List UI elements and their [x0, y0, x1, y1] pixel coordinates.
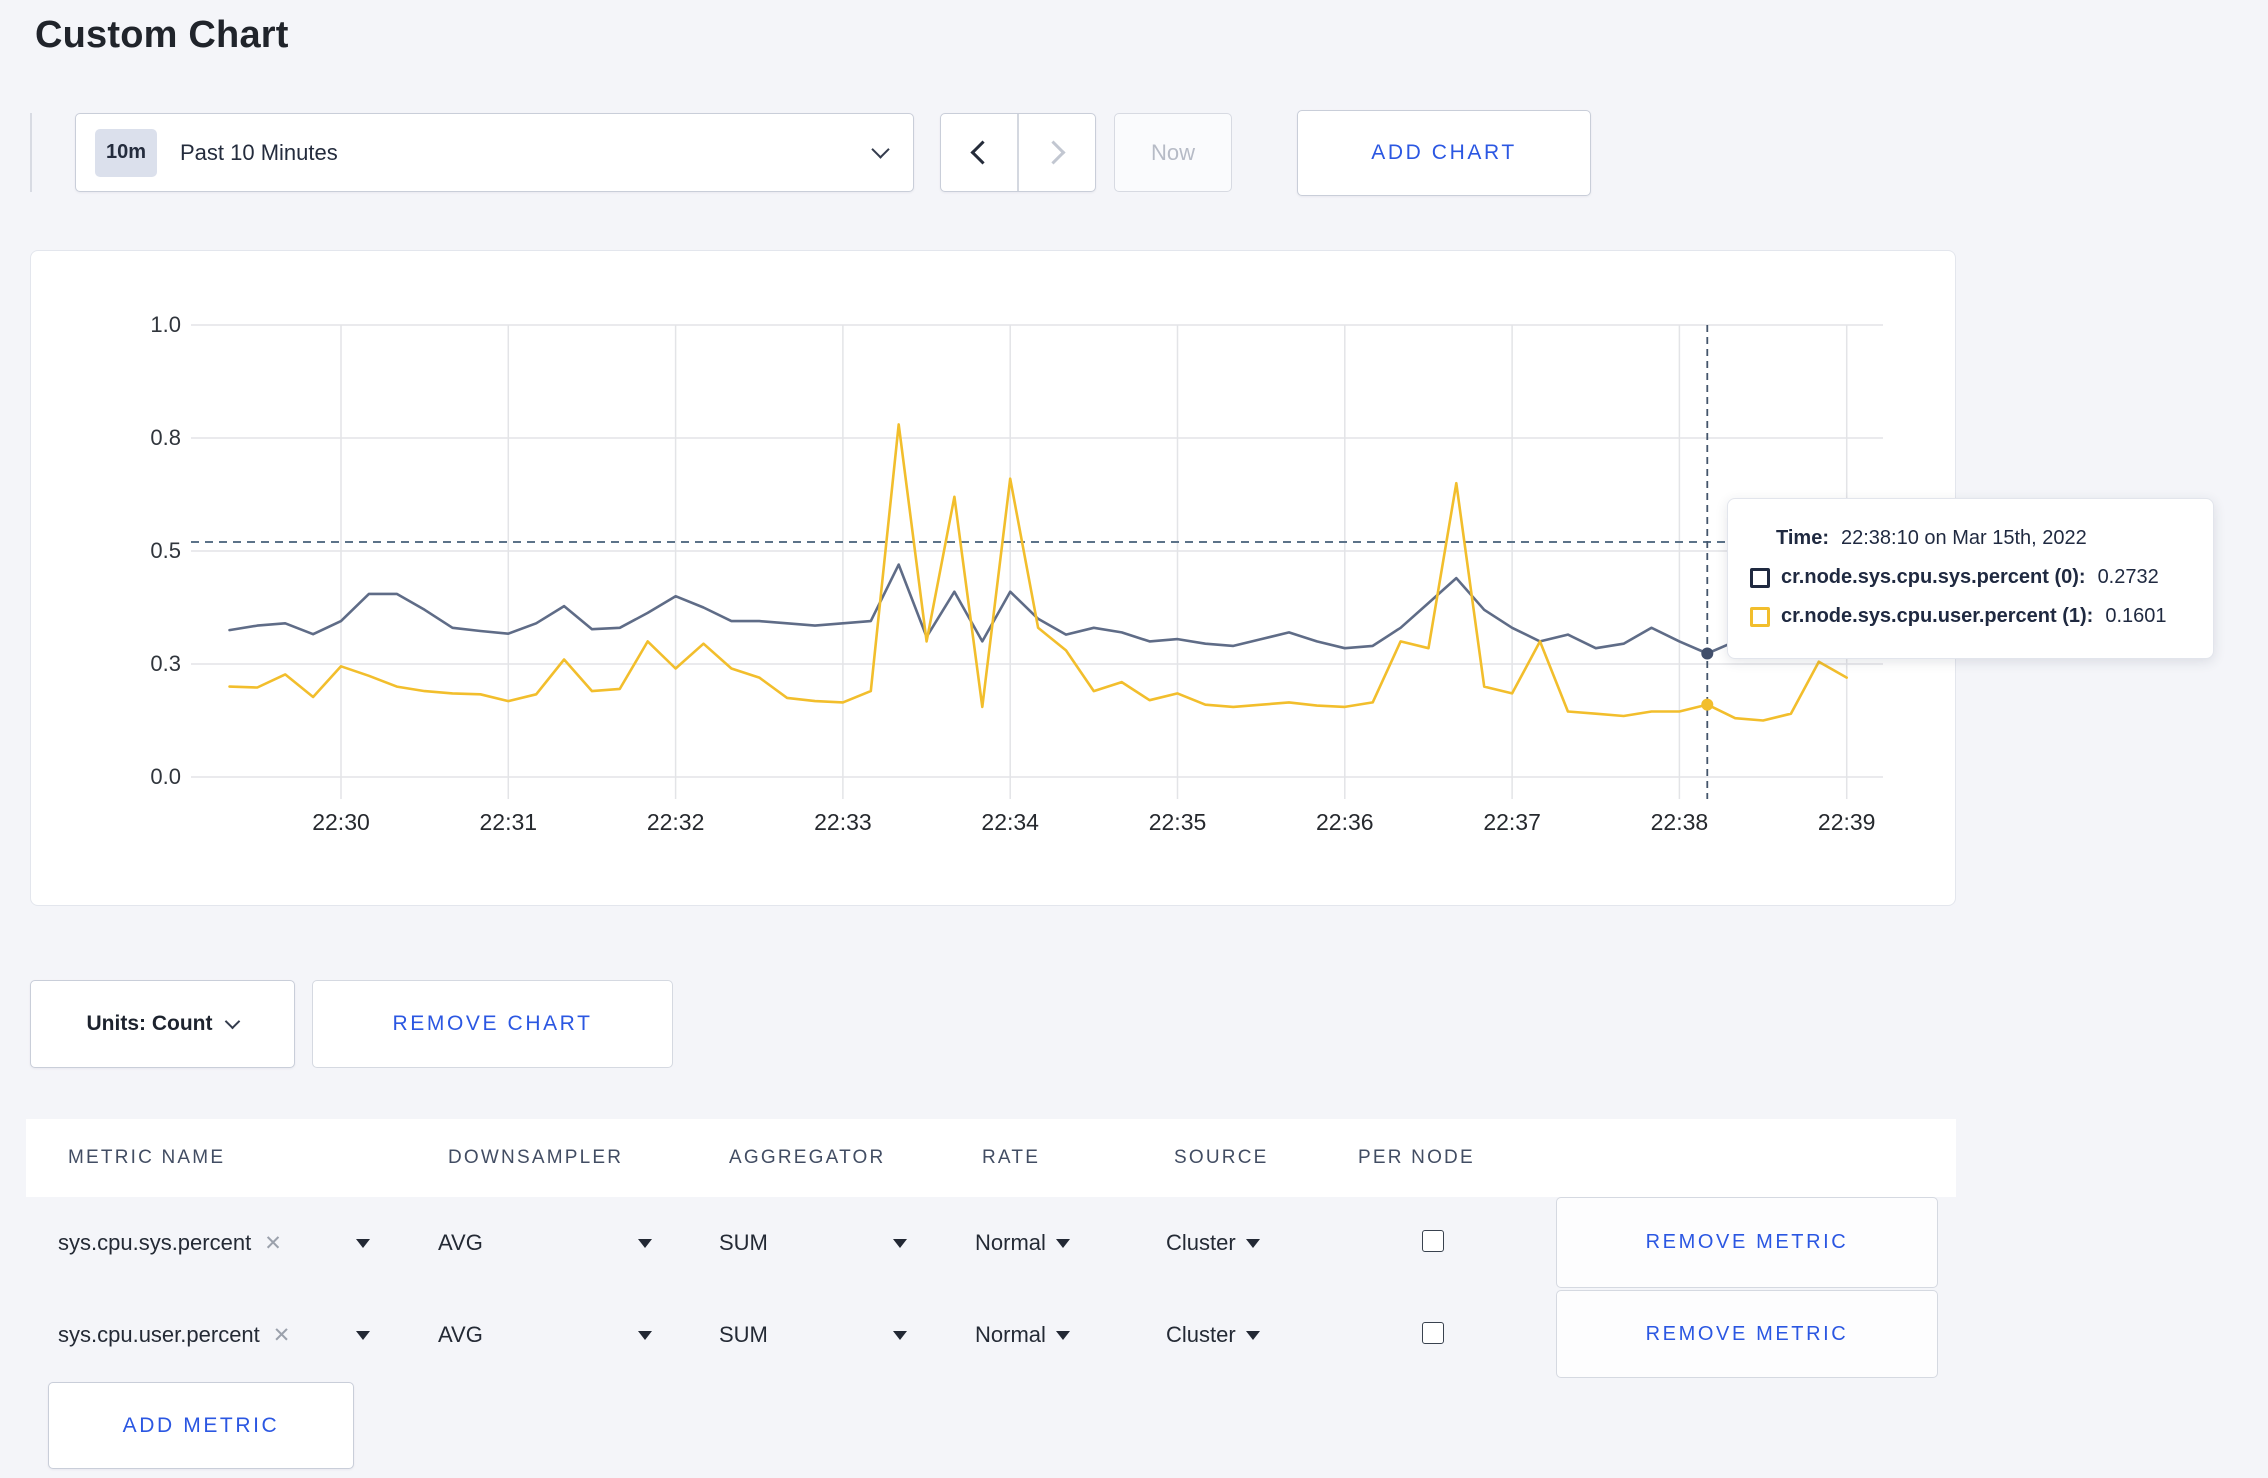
page-title: Custom Chart: [35, 14, 289, 56]
add-metric-button[interactable]: ADD METRIC: [48, 1382, 354, 1469]
series-line-0: [228, 563, 1848, 655]
downsampler-value: AVG: [438, 1230, 483, 1255]
caret-down-icon: [1055, 1330, 1070, 1340]
caret-down-icon: [1245, 1330, 1260, 1340]
caret-down-icon: [356, 1330, 370, 1340]
metric-name: sys.cpu.sys.percent: [58, 1230, 252, 1255]
source-value: Cluster: [1166, 1230, 1236, 1255]
x-axis-tick: 22:33: [814, 809, 872, 835]
downsampler-dropdown[interactable]: AVG: [438, 1289, 652, 1381]
caret-down-icon: [893, 1238, 907, 1248]
per-node-checkbox[interactable]: [1422, 1230, 1444, 1252]
clear-metric-icon[interactable]: ✕: [264, 1231, 282, 1256]
tooltip-series-value: 0.2732: [2097, 566, 2159, 588]
x-axis-tick: 22:32: [646, 809, 705, 835]
time-range-label: Past 10 Minutes: [180, 139, 338, 165]
source-value: Cluster: [1166, 1322, 1236, 1347]
crosshair-dot-1: [1701, 698, 1714, 711]
col-header-metric-name: METRIC NAME: [68, 1147, 226, 1168]
series-swatch-user-icon: [1750, 606, 1770, 627]
rate-dropdown[interactable]: Normal: [975, 1197, 1070, 1289]
x-axis-tick: 22:39: [1817, 809, 1876, 835]
source-dropdown[interactable]: Cluster: [1166, 1197, 1260, 1289]
col-header-rate: RATE: [982, 1147, 1041, 1168]
series-swatch-sys-icon: [1750, 567, 1770, 588]
y-axis-tick: 1.0: [150, 312, 181, 337]
tooltip-series-row: cr.node.sys.cpu.user.percent (1): 0.1601: [1750, 605, 2187, 628]
col-header-downsampler: DOWNSAMPLER: [448, 1147, 624, 1168]
time-range-selector[interactable]: 10m Past 10 Minutes: [75, 113, 914, 192]
y-axis-tick: 0.3: [150, 651, 181, 676]
metric-name-dropdown[interactable]: sys.cpu.user.percent ✕: [58, 1289, 370, 1381]
x-axis-tick: 22:36: [1316, 809, 1374, 835]
downsampler-value: AVG: [438, 1322, 483, 1347]
tooltip-time-label: Time:: [1776, 527, 1829, 549]
y-axis-tick: 0.8: [150, 425, 181, 450]
tooltip-series-value: 0.1601: [2105, 605, 2167, 627]
add-chart-button[interactable]: ADD CHART: [1297, 110, 1591, 196]
units-dropdown[interactable]: Units: Count: [30, 980, 295, 1068]
remove-metric-button[interactable]: REMOVE METRIC: [1556, 1290, 1938, 1378]
y-axis-tick: 0.5: [150, 538, 181, 563]
rate-value: Normal: [975, 1322, 1046, 1347]
chevron-down-icon: [225, 1013, 241, 1029]
chevron-left-icon: [970, 140, 995, 165]
custom-chart-page: Custom Chart 10m Past 10 Minutes Now ADD…: [0, 0, 2268, 1478]
col-header-source: SOURCE: [1174, 1147, 1269, 1168]
tooltip-series-row: cr.node.sys.cpu.sys.percent (0): 0.2732: [1750, 566, 2187, 589]
downsampler-dropdown[interactable]: AVG: [438, 1197, 652, 1289]
tooltip-series-name: cr.node.sys.cpu.user.percent (1):: [1781, 605, 2094, 627]
next-time-button[interactable]: [1019, 114, 1095, 191]
tooltip-time-row: Time: 22:38:10 on Mar 15th, 2022: [1776, 527, 2187, 550]
rate-value: Normal: [975, 1230, 1046, 1255]
rate-dropdown[interactable]: Normal: [975, 1289, 1070, 1381]
tooltip-time-value: 22:38:10 on Mar 15th, 2022: [1840, 527, 2087, 549]
x-axis-tick: 22:30: [312, 809, 370, 835]
x-axis-tick: 22:35: [1148, 809, 1207, 835]
x-axis-tick: 22:31: [479, 809, 538, 835]
chart-tooltip: Time: 22:38:10 on Mar 15th, 2022 cr.node.…: [1727, 498, 2214, 659]
clear-metric-icon[interactable]: ✕: [273, 1323, 291, 1348]
x-axis-tick: 22:34: [981, 809, 1039, 835]
col-header-aggregator: AGGREGATOR: [729, 1147, 886, 1168]
caret-down-icon: [638, 1238, 652, 1248]
source-dropdown[interactable]: Cluster: [1166, 1289, 1260, 1381]
col-header-per-node: PER NODE: [1358, 1147, 1475, 1168]
units-label: Units: Count: [86, 1012, 213, 1035]
caret-down-icon: [1245, 1238, 1260, 1248]
now-button[interactable]: Now: [1114, 113, 1232, 192]
series-line-1: [228, 423, 1848, 722]
y-axis-tick: 0.0: [150, 764, 181, 789]
chevron-down-icon: [871, 140, 890, 159]
remove-chart-button[interactable]: REMOVE CHART: [312, 980, 673, 1068]
per-node-checkbox[interactable]: [1422, 1322, 1444, 1344]
x-axis-tick: 22:37: [1483, 809, 1541, 835]
toolbar-left-rule: [30, 113, 32, 192]
metric-name-dropdown[interactable]: sys.cpu.sys.percent ✕: [58, 1197, 370, 1289]
aggregator-value: SUM: [719, 1230, 768, 1255]
chevron-right-icon: [1041, 140, 1066, 165]
caret-down-icon: [638, 1330, 652, 1340]
aggregator-dropdown[interactable]: SUM: [719, 1289, 907, 1381]
caret-down-icon: [1055, 1238, 1070, 1248]
prev-time-button[interactable]: [941, 114, 1017, 191]
tooltip-series-name: cr.node.sys.cpu.sys.percent (0):: [1781, 566, 2086, 588]
crosshair-dot-0: [1701, 647, 1714, 660]
caret-down-icon: [356, 1238, 370, 1248]
aggregator-value: SUM: [719, 1322, 768, 1347]
caret-down-icon: [893, 1330, 907, 1340]
aggregator-dropdown[interactable]: SUM: [719, 1197, 907, 1289]
chart-card: 0.0 0.3 0.5 0.8 1.0 22:30 22:31 22:32 22:33 22:34…: [30, 250, 1956, 906]
time-pager: [940, 113, 1096, 192]
time-range-badge: 10m: [95, 128, 157, 177]
metric-name: sys.cpu.user.percent: [58, 1322, 260, 1347]
x-axis-tick: 22:38: [1650, 809, 1709, 835]
remove-metric-button[interactable]: REMOVE METRIC: [1556, 1197, 1938, 1288]
